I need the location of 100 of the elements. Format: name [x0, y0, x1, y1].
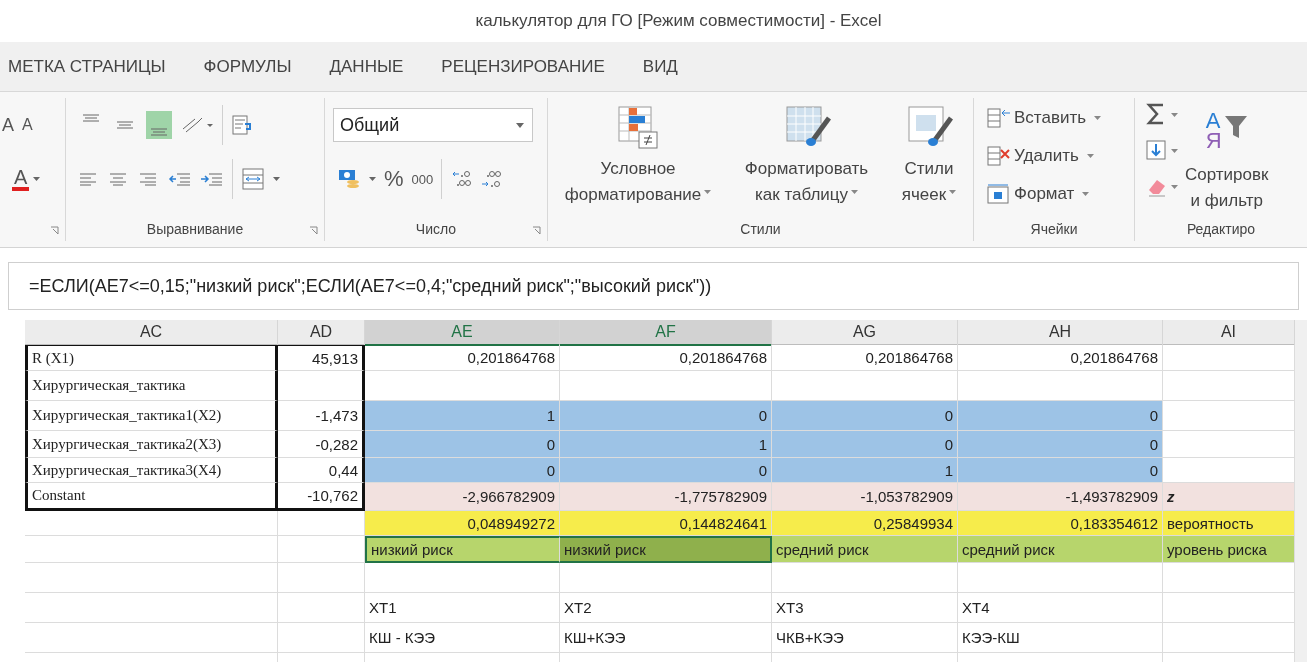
dialog-launcher-icon[interactable] [50, 226, 59, 235]
increase-indent-icon[interactable] [200, 172, 224, 186]
bottom-align-button[interactable] [146, 111, 172, 139]
group-label: Редактиро [1186, 221, 1256, 237]
ribbon-tab[interactable]: ДАННЫЕ [329, 56, 404, 77]
caret-icon [1082, 192, 1090, 196]
table-cell: Хирургическая_тактика [25, 371, 278, 401]
font-color-button[interactable]: A [12, 167, 30, 191]
column-header[interactable]: AG [772, 320, 958, 346]
align-middle-icon [116, 121, 134, 129]
align-bottom-icon [150, 128, 168, 136]
table-cell: уровень риска [1163, 536, 1295, 563]
sort-filter-button[interactable]: А Я Сортировк и фильтр [1185, 102, 1269, 217]
caret-icon [1094, 116, 1102, 120]
table-cell: 0,144824641 [560, 511, 772, 536]
column-header[interactable]: AF [560, 320, 772, 346]
table-cell: 0,201864768 [560, 345, 772, 371]
format-cells-icon [986, 183, 1012, 205]
caret-icon [516, 122, 524, 128]
table-cell: 0 [560, 458, 772, 483]
delete-cells-icon [986, 145, 1012, 167]
table-cell: z [1163, 483, 1295, 511]
caret-icon [33, 177, 41, 181]
table-cell: ХТ2 [560, 593, 772, 623]
caret-icon [851, 190, 859, 194]
insert-cells-icon [986, 107, 1012, 129]
wrap-text-icon[interactable] [231, 114, 253, 136]
table-cell: КШ - КЭЭ [365, 623, 560, 653]
column-header[interactable]: AC [25, 320, 278, 346]
table-cell: Хирургическая_тактика2(X3) [25, 431, 278, 458]
delete-cells-button[interactable]: Удалить [986, 138, 1134, 174]
table-cell: -2,966782909 [365, 483, 560, 511]
table-cell: 0 [772, 431, 958, 458]
table-cell: 1 [560, 431, 772, 458]
table-cell: ЧКВ+КЭЭ [772, 623, 958, 653]
table-cell: 1 [772, 458, 958, 483]
table-cell: 0 [772, 401, 958, 431]
table-cell: ХТ1 [365, 593, 560, 623]
table-cell: 0,183354612 [958, 511, 1163, 536]
merge-cells-icon[interactable] [241, 167, 265, 191]
dialog-launcher-icon[interactable] [309, 226, 318, 235]
ribbon-tab[interactable]: РЕЦЕНЗИРОВАНИЕ [441, 56, 605, 77]
percent-button[interactable]: % [384, 166, 404, 192]
ribbon-tab[interactable]: ВИД [642, 56, 678, 77]
table-cell: 0 [958, 401, 1163, 431]
table-cell: КШ+КЭЭ [560, 623, 772, 653]
table-cell: -1,775782909 [560, 483, 772, 511]
table-cell: низкий риск [365, 536, 560, 563]
formula-bar[interactable]: =ЕСЛИ(AE7<=0,15;"низкий риск";ЕСЛИ(AE7<=0,4;"средний риск";"высокий риск")) [8, 262, 1299, 310]
column-header[interactable]: AH [958, 320, 1163, 346]
fill-icon[interactable] [1145, 138, 1179, 162]
decrease-decimal-icon[interactable] [480, 168, 503, 190]
table-cell: Constant [25, 483, 278, 511]
table-cell: ХТ4 [958, 593, 1163, 623]
grow-font-button[interactable]: A [0, 114, 16, 136]
table-cell: -1,493782909 [958, 483, 1163, 511]
table-cell: R (X1) [25, 345, 278, 371]
format-cells-button[interactable]: Формат [986, 176, 1134, 212]
window-title: калькулятор для ГО [Режим совместимости] - Excel [475, 11, 882, 31]
table-cell: средний риск [772, 536, 958, 563]
column-header[interactable]: AE [365, 320, 560, 346]
thousands-separator-button[interactable]: 000 [411, 171, 434, 187]
conditional-style-button[interactable]: Условное форматирование [562, 104, 714, 208]
cell-style-button[interactable]: Стили ячеек [899, 104, 959, 208]
table-cell: 0 [365, 431, 560, 458]
insert-cells-button[interactable]: Вставить [986, 100, 1134, 136]
table-cell: 0,201864768 [365, 345, 560, 371]
table-cell: -1,053782909 [772, 483, 958, 511]
table-cell: 0,25849934 [772, 511, 958, 536]
group-label: Число [415, 221, 457, 237]
caret-icon [369, 177, 376, 181]
table-cell: средний риск [958, 536, 1163, 563]
shrink-font-button[interactable]: A [20, 116, 35, 134]
caret-icon [1086, 154, 1094, 158]
table-style-button[interactable]: Форматировать как таблицу [742, 104, 871, 208]
table-cell: 1 [365, 401, 560, 431]
table-cell: вероятность [1163, 511, 1295, 536]
ribbon-tab[interactable]: МЕТКА СТРАНИЦЫ [8, 56, 166, 77]
number-format-dropdown[interactable]: Общий [333, 108, 533, 142]
autosum-icon[interactable] [1145, 102, 1179, 126]
table-cell: 0,048949272 [365, 511, 560, 536]
table-cell: 45,913 [278, 345, 365, 371]
group-label: Стили [740, 221, 781, 237]
caret-icon [273, 177, 280, 181]
currency-icon[interactable] [337, 167, 361, 191]
table-cell: 0,201864768 [958, 345, 1163, 371]
table-cell: 0,201864768 [772, 345, 958, 371]
group-label: Выравнивание [146, 221, 244, 237]
table-cell: 0 [365, 458, 560, 483]
table-cell: 0 [560, 401, 772, 431]
dialog-launcher-icon[interactable] [532, 226, 541, 235]
group-label: Ячейки [1030, 221, 1078, 237]
table-cell: 0 [958, 431, 1163, 458]
caret-icon [704, 190, 712, 194]
ribbon-tab[interactable]: ФОРМУЛЫ [203, 56, 292, 77]
decrease-indent-icon[interactable] [168, 172, 192, 186]
table-cell: Хирургическая_тактика1(X2) [25, 401, 278, 431]
caret-icon [949, 190, 957, 194]
orientation-icon[interactable] [180, 115, 214, 135]
table-cell: низкий риск [560, 536, 772, 563]
